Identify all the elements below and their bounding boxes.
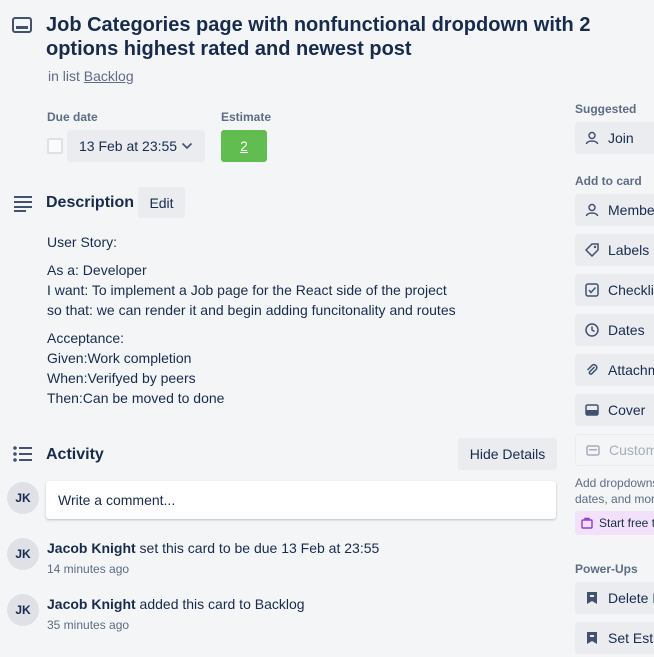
custom-fields-note: Add dropdowns, text fields, dates, and m… — [575, 476, 654, 506]
checklist-icon — [585, 283, 599, 297]
activity-user[interactable]: Jacob Knight — [47, 540, 136, 556]
cover-icon — [585, 404, 599, 416]
avatar[interactable]: JK — [7, 538, 39, 570]
due-date-label: Due date — [47, 110, 98, 124]
start-free-trial-button[interactable]: Start free trial — [575, 511, 654, 535]
card-title[interactable]: Job Categories page with nonfunctional d… — [46, 13, 650, 61]
activity-user[interactable]: Jacob Knight — [47, 596, 136, 612]
description-edit-button[interactable]: Edit — [138, 187, 185, 218]
hide-details-button[interactable]: Hide Details — [458, 438, 557, 470]
due-date-checkbox[interactable] — [47, 138, 63, 154]
powerups-label: Power-Ups — [575, 562, 638, 576]
briefcase-icon — [581, 517, 593, 529]
avatar[interactable]: JK — [7, 594, 39, 626]
person-icon — [585, 203, 599, 217]
avatar[interactable]: JK — [7, 482, 39, 514]
person-icon — [585, 131, 599, 145]
custom-fields-button[interactable]: Custom Fields — [575, 434, 654, 466]
join-button[interactable]: Join — [575, 122, 654, 154]
suggested-label: Suggested — [575, 102, 637, 116]
attachment-button[interactable]: Attachment — [575, 354, 654, 386]
dates-button[interactable]: Dates — [575, 314, 654, 346]
custom-fields-icon — [586, 445, 600, 456]
clock-icon — [585, 323, 599, 337]
tag-icon — [585, 243, 599, 257]
description-body[interactable]: User Story: As a: Developer I want: To i… — [47, 232, 547, 416]
activity-item: Jacob Knight added this card to Backlog — [47, 596, 305, 612]
set-estimate-button[interactable]: Set Estimate — [575, 622, 654, 654]
activity-action: set this card to be due 13 Feb at 23:55 — [135, 540, 380, 556]
comment-input[interactable]: Write a comment... — [46, 481, 556, 519]
paperclip-icon — [586, 363, 598, 375]
in-list-text: in list Backlog — [48, 68, 134, 84]
estimate-icon — [587, 592, 597, 604]
chevron-down-icon — [181, 142, 193, 150]
activity-time[interactable]: 35 minutes ago — [47, 618, 129, 632]
description-title: Description — [46, 194, 135, 211]
due-date-value: 13 Feb at 23:55 — [79, 138, 178, 154]
description-paragraph: User Story: — [47, 234, 118, 250]
estimate-icon — [587, 632, 597, 644]
estimate-label: Estimate — [221, 110, 272, 124]
activity-time[interactable]: 14 minutes ago — [47, 562, 129, 576]
activity-item: Jacob Knight set this card to be due 13 … — [47, 540, 379, 556]
description-paragraph: Acceptance: Given:Work completion When:V… — [47, 330, 225, 406]
activity-action: added this card to Backlog — [135, 596, 305, 612]
card-icon — [12, 17, 32, 33]
in-list-prefix: in list — [48, 68, 80, 84]
cover-button[interactable]: Cover — [575, 394, 654, 426]
delete-estimate-button[interactable]: Delete Estimate — [575, 582, 654, 614]
activity-icon — [13, 446, 32, 462]
list-link[interactable]: Backlog — [84, 68, 134, 84]
members-button[interactable]: Members — [575, 194, 654, 226]
labels-button[interactable]: Labels — [575, 234, 654, 266]
join-label: Join — [608, 130, 634, 146]
add-to-card-label: Add to card — [575, 174, 642, 188]
due-date-button[interactable]: 13 Feb at 23:55 — [67, 130, 205, 162]
estimate-button[interactable]: 2 — [221, 130, 267, 162]
activity-title: Activity — [46, 446, 104, 463]
checklist-button[interactable]: Checklist — [575, 274, 654, 306]
description-paragraph: As a: Developer I want: To implement a J… — [47, 262, 456, 318]
card-detail-window: Job Categories page with nonfunctional d… — [0, 0, 654, 657]
description-icon — [14, 196, 32, 212]
